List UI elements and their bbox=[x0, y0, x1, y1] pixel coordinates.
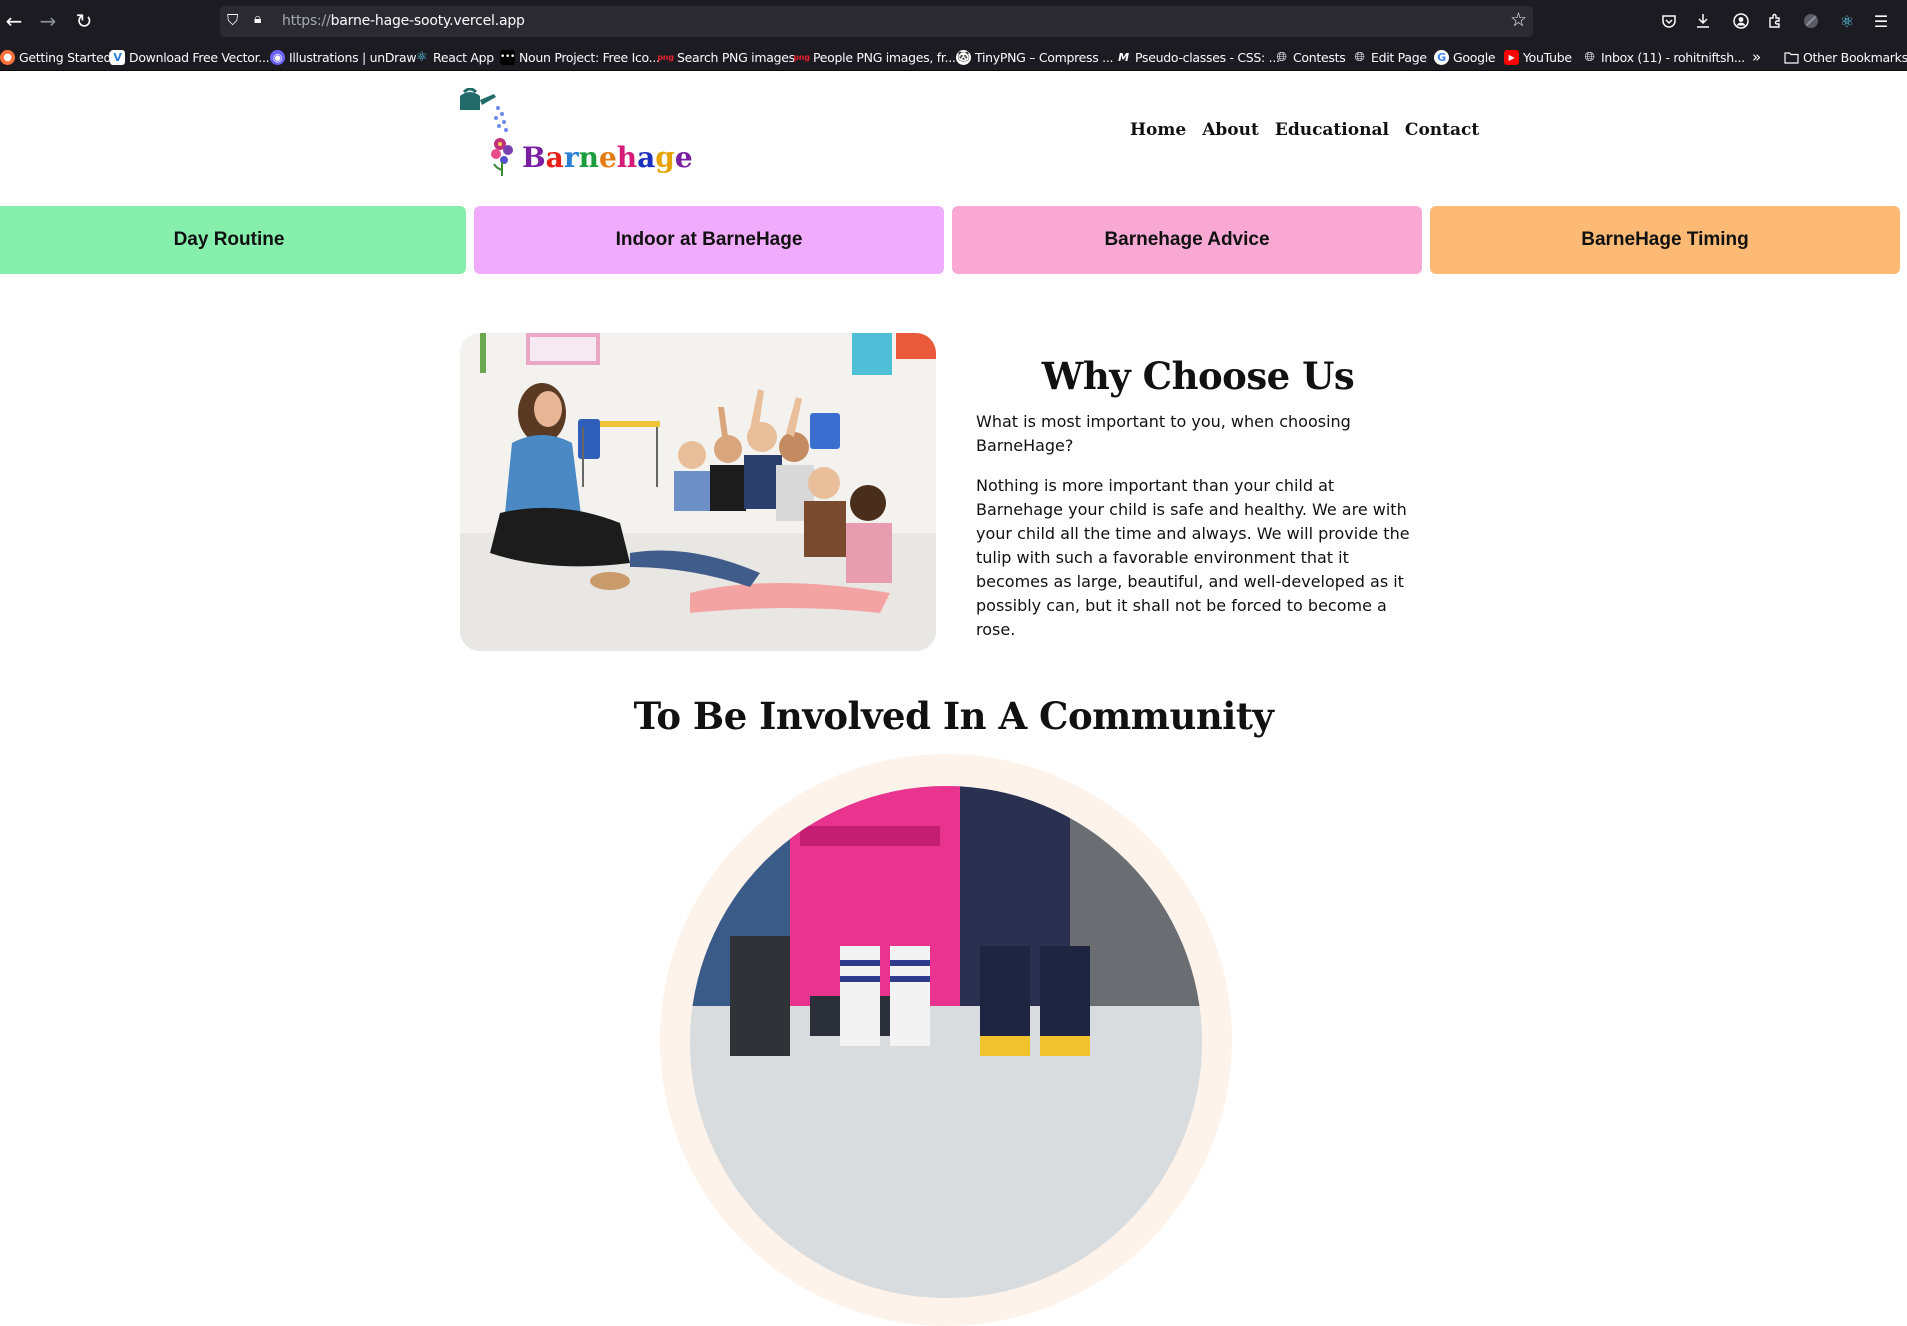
account-icon[interactable] bbox=[1730, 10, 1752, 32]
globe-icon: 🌐︎ bbox=[1584, 49, 1595, 65]
mdn-icon: M bbox=[1118, 50, 1129, 64]
community-photo bbox=[690, 786, 1202, 1298]
png-icon: png bbox=[793, 52, 810, 62]
bookmarks-bar: ● Getting Started V Download Free Vector..… bbox=[0, 42, 1907, 71]
bookmark-item[interactable]: 🌐︎ Contests bbox=[1274, 47, 1345, 67]
other-bookmarks-folder[interactable]: Other Bookmarks bbox=[1784, 47, 1907, 67]
card-day-routine[interactable]: Day Routine bbox=[0, 206, 466, 274]
noun-project-icon: ••• bbox=[500, 49, 515, 65]
folder-icon bbox=[1784, 50, 1799, 65]
community-title: To Be Involved In A Community bbox=[633, 694, 1274, 738]
react-icon: ⚛ bbox=[415, 49, 428, 65]
bookmark-item[interactable]: ▶ YouTube bbox=[1504, 47, 1572, 67]
bookmark-star-icon[interactable]: ☆ bbox=[1510, 9, 1527, 31]
extensions-icon[interactable] bbox=[1764, 10, 1786, 32]
card-indoor[interactable]: Indoor at BarneHage bbox=[474, 206, 944, 274]
forward-arrow-icon[interactable]: → bbox=[34, 7, 62, 35]
firefox-icon: ● bbox=[0, 49, 15, 65]
card-advice[interactable]: Barnehage Advice bbox=[952, 206, 1422, 274]
menu-icon[interactable]: ☰ bbox=[1870, 10, 1892, 32]
logo-wordmark: Barnehage bbox=[522, 144, 693, 172]
reload-icon[interactable]: ↻ bbox=[70, 7, 98, 35]
bookmarks-overflow-button[interactable]: » bbox=[1752, 47, 1761, 67]
pocket-icon[interactable] bbox=[1658, 10, 1680, 32]
logo-letter: B bbox=[522, 141, 546, 174]
logo-letter: r bbox=[563, 141, 579, 174]
bookmark-item[interactable]: G Google bbox=[1434, 47, 1496, 67]
youtube-icon: ▶ bbox=[1504, 49, 1519, 65]
why-choose-us-title: Why Choose Us bbox=[1041, 354, 1355, 398]
tracking-shield-icon[interactable]: ⛉ bbox=[227, 11, 238, 29]
address-bar[interactable]: ⛉ 🔒︎ https://barne-hage-sooty.vercel.app… bbox=[220, 6, 1533, 37]
downloads-icon[interactable] bbox=[1692, 10, 1714, 32]
bookmark-item[interactable]: ⚛ React App bbox=[414, 47, 494, 67]
url-host: barne-hage-sooty.vercel.app bbox=[330, 13, 525, 29]
bookmark-item[interactable]: 🌐︎ Edit Page bbox=[1352, 47, 1427, 67]
undraw-icon: ◉ bbox=[270, 49, 285, 65]
png-icon: png bbox=[657, 52, 674, 62]
globe-icon: 🌐︎ bbox=[1354, 49, 1365, 65]
logo-letter: e bbox=[598, 141, 617, 174]
logo-letter: g bbox=[655, 141, 675, 174]
url-scheme: https:// bbox=[282, 13, 331, 29]
logo-letter: e bbox=[674, 141, 693, 174]
site-logo[interactable]: Barnehage bbox=[456, 88, 693, 180]
main-nav: Home About Educational Contact bbox=[1130, 120, 1479, 140]
logo-letter: h bbox=[616, 141, 638, 174]
tinypng-icon: 🐼︎ bbox=[956, 49, 971, 65]
nav-contact-link[interactable]: Contact bbox=[1405, 120, 1479, 140]
nav-educational-link[interactable]: Educational bbox=[1275, 120, 1389, 140]
bookmark-item[interactable]: png People PNG images, fr... bbox=[793, 47, 955, 67]
bookmark-item[interactable]: M Pseudo-classes - CSS: ... bbox=[1116, 47, 1280, 67]
bookmark-item[interactable]: ••• Noun Project: Free Ico... bbox=[500, 47, 660, 67]
logo-letter: a bbox=[637, 141, 656, 174]
nav-about-link[interactable]: About bbox=[1202, 120, 1259, 140]
logo-letter: a bbox=[545, 141, 564, 174]
why-body: Nothing is more important than your chil… bbox=[976, 476, 1410, 639]
url-text[interactable]: https://barne-hage-sooty.vercel.app bbox=[282, 13, 525, 29]
feature-cards: Day Routine Indoor at BarneHage Barnehag… bbox=[0, 206, 1907, 274]
bookmark-item[interactable]: V Download Free Vector... bbox=[110, 47, 270, 67]
bookmark-item[interactable]: ◉ Illustrations | unDraw bbox=[270, 47, 417, 67]
bookmark-item[interactable]: 🐼︎ TinyPNG – Compress ... bbox=[956, 47, 1113, 67]
react-devtools-icon[interactable]: ⚛ bbox=[1836, 10, 1858, 32]
lock-icon[interactable]: 🔒︎ bbox=[254, 11, 261, 27]
google-icon: G bbox=[1434, 49, 1449, 65]
browser-toolbar: ← → ↻ ⛉ 🔒︎ https://barne-hage-sooty.verc… bbox=[0, 0, 1907, 42]
bookmark-item[interactable]: 🌐︎ Inbox (11) - rohitniftsh... bbox=[1582, 47, 1745, 67]
globe-icon: 🌐︎ bbox=[1276, 49, 1287, 65]
back-arrow-icon[interactable]: ← bbox=[0, 7, 28, 35]
why-question: What is most important to you, when choo… bbox=[976, 412, 1351, 455]
logo-letter: n bbox=[578, 141, 599, 174]
classroom-photo bbox=[460, 333, 936, 651]
bookmark-item[interactable]: ● Getting Started bbox=[0, 47, 111, 67]
blocked-extension-icon[interactable] bbox=[1800, 10, 1822, 32]
vector-icon: V bbox=[110, 49, 125, 65]
bookmark-item[interactable]: png Search PNG images bbox=[657, 47, 795, 67]
nav-home-link[interactable]: Home bbox=[1130, 120, 1186, 140]
card-timing[interactable]: BarneHage Timing bbox=[1430, 206, 1900, 274]
